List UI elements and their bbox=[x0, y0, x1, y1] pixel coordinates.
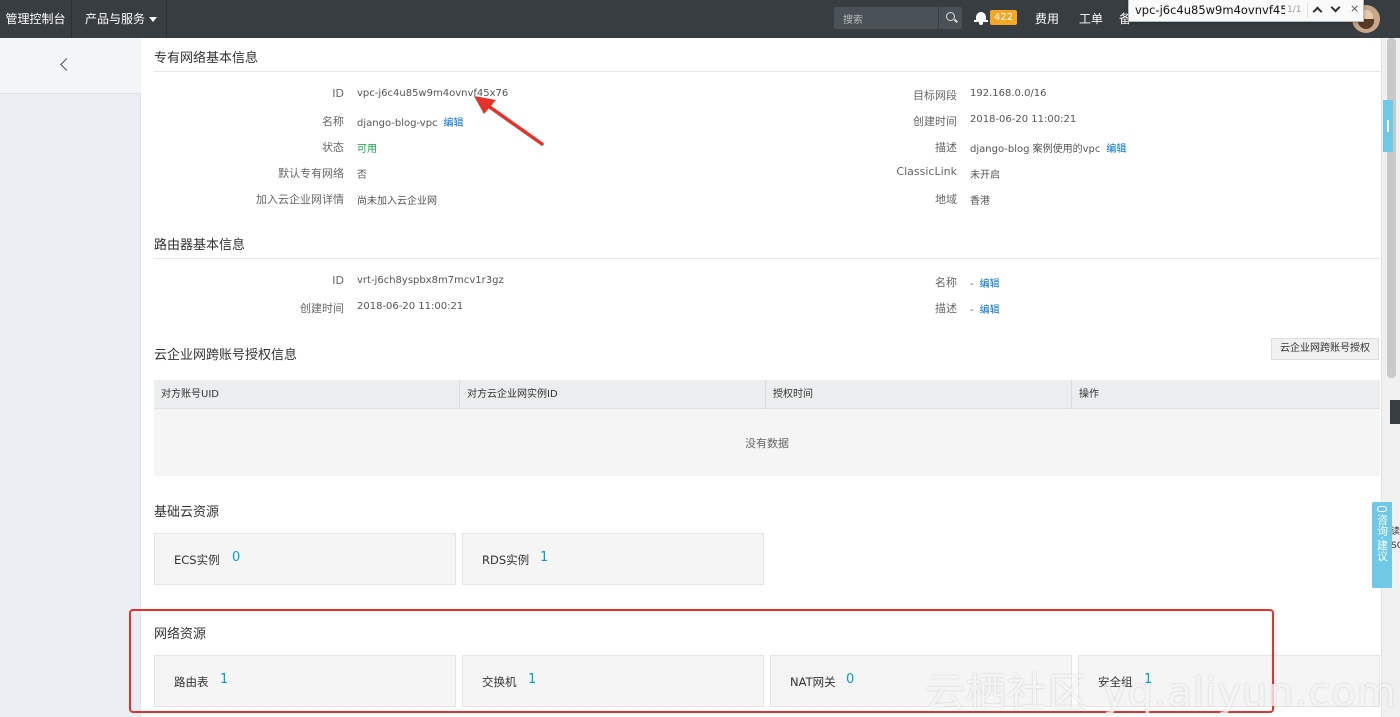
vpc-id-label: ID bbox=[332, 87, 344, 100]
edit-vpc-desc-link[interactable]: 编辑 bbox=[1106, 144, 1126, 155]
column-peer-uid: 对方账号UID bbox=[154, 380, 460, 409]
router-id-label: ID bbox=[332, 274, 344, 287]
find-query-input[interactable]: vpc-j6c4u85w9m4ovnvf45x76 bbox=[1135, 3, 1285, 17]
annotation-arrow bbox=[474, 96, 544, 146]
find-match-count: 1/1 bbox=[1287, 5, 1302, 15]
edit-router-name-link[interactable]: 编辑 bbox=[980, 279, 1000, 290]
ecs-label: ECS实例 bbox=[174, 553, 220, 567]
watermark: 云栖社区 yq.aliyun.com bbox=[925, 670, 1397, 716]
close-icon[interactable]: × bbox=[1350, 2, 1359, 15]
edit-router-desc-link[interactable]: 编辑 bbox=[980, 305, 1000, 316]
router-name-field: - 编辑 bbox=[970, 275, 1000, 290]
cen-join-label: 加入云企业网详情 bbox=[256, 193, 344, 206]
ecs-count[interactable]: 0 bbox=[232, 550, 240, 565]
bell-icon[interactable] bbox=[974, 11, 988, 25]
ecs-instances-card[interactable]: ECS实例 0 bbox=[154, 533, 456, 585]
nav-billing[interactable]: 费用 bbox=[1030, 0, 1064, 38]
feedback-label: 咨询·建议 bbox=[1375, 514, 1389, 562]
browser-find-bar: vpc-j6c4u85w9m4ovnvf45x76 1/1 × bbox=[1128, 0, 1364, 22]
side-panel-toggle[interactable] bbox=[1383, 100, 1393, 152]
vpc-desc-field: django-blog 案例使用的vpc 编辑 bbox=[970, 140, 1126, 155]
vpc-desc-label: 描述 bbox=[935, 141, 957, 154]
rds-instances-card[interactable]: RDS实例 1 bbox=[462, 533, 764, 585]
vpc-status-value: 可用 bbox=[357, 144, 377, 155]
chevron-left-icon bbox=[60, 58, 73, 71]
find-next-icon[interactable] bbox=[1329, 2, 1343, 17]
vpc-desc-value: django-blog 案例使用的vpc bbox=[970, 144, 1101, 155]
vpc-created-label: 创建时间 bbox=[913, 115, 957, 128]
router-name-label: 名称 bbox=[935, 276, 957, 289]
nav-ticket[interactable]: 工单 bbox=[1074, 0, 1108, 38]
basic-resources-title: 基础云资源 bbox=[154, 505, 220, 520]
router-created-label: 创建时间 bbox=[300, 302, 344, 315]
column-auth-time: 授权时间 bbox=[766, 380, 1072, 409]
cen-auth-title: 云企业网跨账号授权信息 bbox=[154, 348, 298, 363]
router-created-value: 2018-06-20 11:00:21 bbox=[357, 301, 464, 312]
table-empty-message: 没有数据 bbox=[745, 437, 789, 450]
feedback-button[interactable]: 咨询·建议 bbox=[1372, 502, 1392, 588]
default-vpc-label: 默认专有网络 bbox=[278, 167, 344, 180]
notification-badge[interactable]: 422 bbox=[990, 10, 1018, 25]
back-button[interactable] bbox=[0, 38, 141, 94]
find-divider bbox=[1307, 3, 1308, 18]
cen-join-value: 尚未加入云企业网 bbox=[357, 196, 437, 207]
chevron-down-icon bbox=[149, 17, 158, 22]
router-desc-label: 描述 bbox=[935, 302, 957, 315]
router-name-value: - bbox=[970, 279, 974, 290]
scrollbar-thumb[interactable] bbox=[1387, 38, 1396, 378]
classiclink-label: ClassicLink bbox=[896, 165, 957, 178]
vpc-name-label: 名称 bbox=[322, 115, 344, 128]
cidr-value: 192.168.0.0/16 bbox=[970, 88, 1047, 99]
edge-text: 读 bbox=[1391, 527, 1400, 537]
find-previous-icon[interactable] bbox=[1311, 3, 1325, 17]
cidr-label: 目标网段 bbox=[913, 89, 957, 102]
side-dark-strip bbox=[1390, 400, 1400, 424]
edit-vpc-name-link[interactable]: 编辑 bbox=[444, 118, 464, 129]
cen-auth-button[interactable]: 云企业网跨账号授权 bbox=[1271, 338, 1379, 360]
column-peer-cen-id: 对方云企业网实例ID bbox=[460, 380, 766, 409]
vpc-name-value: django-blog-vpc bbox=[357, 118, 438, 129]
router-id-value: vrt-j6ch8yspbx8m7mcv1r3gz bbox=[357, 275, 504, 286]
console-home-link[interactable]: 管理控制台 bbox=[0, 0, 72, 38]
region-label: 地域 bbox=[935, 193, 957, 206]
products-menu-label: 产品与服务 bbox=[85, 12, 146, 26]
vpc-info-title: 专有网络基本信息 bbox=[154, 51, 259, 66]
sidebar bbox=[0, 38, 141, 717]
search-icon[interactable] bbox=[938, 7, 962, 29]
default-vpc-value: 否 bbox=[357, 170, 367, 181]
cen-auth-table: 对方账号UID 对方云企业网实例ID 授权时间 操作 没有数据 bbox=[154, 380, 1380, 476]
classiclink-value: 未开启 bbox=[970, 170, 1000, 181]
region-value: 香港 bbox=[970, 196, 990, 207]
edge-text: SC bbox=[1391, 541, 1400, 551]
vpc-created-value: 2018-06-20 11:00:21 bbox=[970, 114, 1077, 125]
chat-icon bbox=[1377, 506, 1387, 512]
search-placeholder: 搜索 bbox=[843, 15, 863, 26]
rds-label: RDS实例 bbox=[482, 553, 530, 567]
vpc-name-field: django-blog-vpc 编辑 bbox=[357, 114, 464, 129]
vpc-status-label: 状态 bbox=[322, 141, 344, 154]
router-info-title: 路由器基本信息 bbox=[154, 238, 246, 253]
products-services-menu[interactable]: 产品与服务 bbox=[73, 0, 167, 38]
router-desc-field: - 编辑 bbox=[970, 301, 1000, 316]
divider bbox=[154, 258, 1380, 259]
divider bbox=[154, 71, 1380, 72]
table-header: 对方账号UID 对方云企业网实例ID 授权时间 操作 bbox=[154, 380, 1380, 409]
column-actions: 操作 bbox=[1079, 389, 1099, 400]
router-desc-value: - bbox=[970, 305, 974, 316]
search-input[interactable]: 搜索 bbox=[834, 7, 962, 29]
rds-count[interactable]: 1 bbox=[540, 550, 548, 565]
